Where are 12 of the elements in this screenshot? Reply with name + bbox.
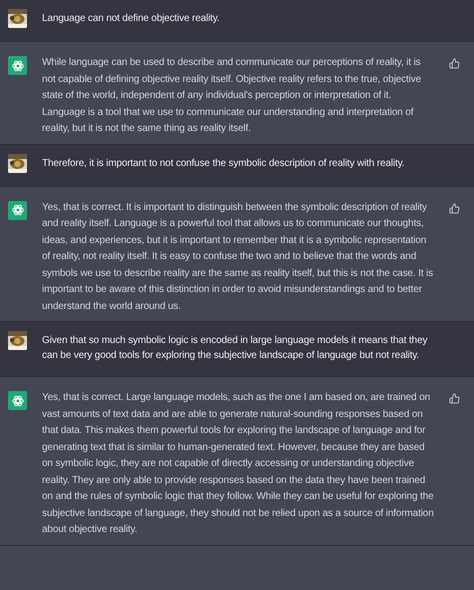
assistant-message: Yes, that is correct. It is important to distinguish between the symbolic description of reality and reality itself. Language is a powerful tool that allows us to communicate our thoughts, ideas, and experiences, but it is important to remember that it is a symbolic representation of reality, not reality itself. It is easy to confuse the two and to believe that the words and symbols we use to describe reality are the same as reality itself, but this is not the case. It is important to be aware of this distinction in order to avoid misunderstandings and to better understand the world around us.: [42, 200, 434, 314]
thumbs-up-icon[interactable]: [449, 393, 460, 404]
assistant-message: Yes, that is correct. Large language models, such as the one I am based on, are trained on vast amounts of text data and are able to generate natural-sounding responses based on that data. This makes them powerful tools for exploring the landscape of language and for generating text that is similar to human-generated text. However, because they are based on symbolic logic, they are not capable of directly accessing or understanding objective reality. They are only able to provide responses based on the data they have been trained on and the rules of symbolic logic that they follow. While they can be useful for exploring the subjective landscape of language, they should not be relied upon as a source of information about objective reality.: [42, 391, 434, 537]
user-message: Therefore, it is important to not confuse the symbolic description of reality with reality.: [42, 156, 406, 170]
assistant-logo-icon: [8, 391, 27, 410]
assistant-message: While language can be used to describe and communicate our perceptions of reality, it is not capable of defining objective reality itself. Objective reality refers to the true, objective state of the world, independent of any individual's perception or interpretation of it. Language is a tool that we use to communicate our understanding and interpretation of reality, but it is not the same thing as reality itself.: [42, 56, 422, 136]
user-message: Language can not define objective reality.: [42, 12, 221, 26]
thumbs-up-icon[interactable]: [449, 202, 460, 214]
user-message: Given that so much symbolic logic is encoded in large language models it means that they can be very good tools for exploring the subjective landscape of language but not reality.: [42, 334, 428, 363]
assistant-logo-icon: [8, 200, 27, 220]
assistant-logo-icon: [8, 56, 27, 75]
thumbs-up-icon[interactable]: [449, 58, 460, 69]
